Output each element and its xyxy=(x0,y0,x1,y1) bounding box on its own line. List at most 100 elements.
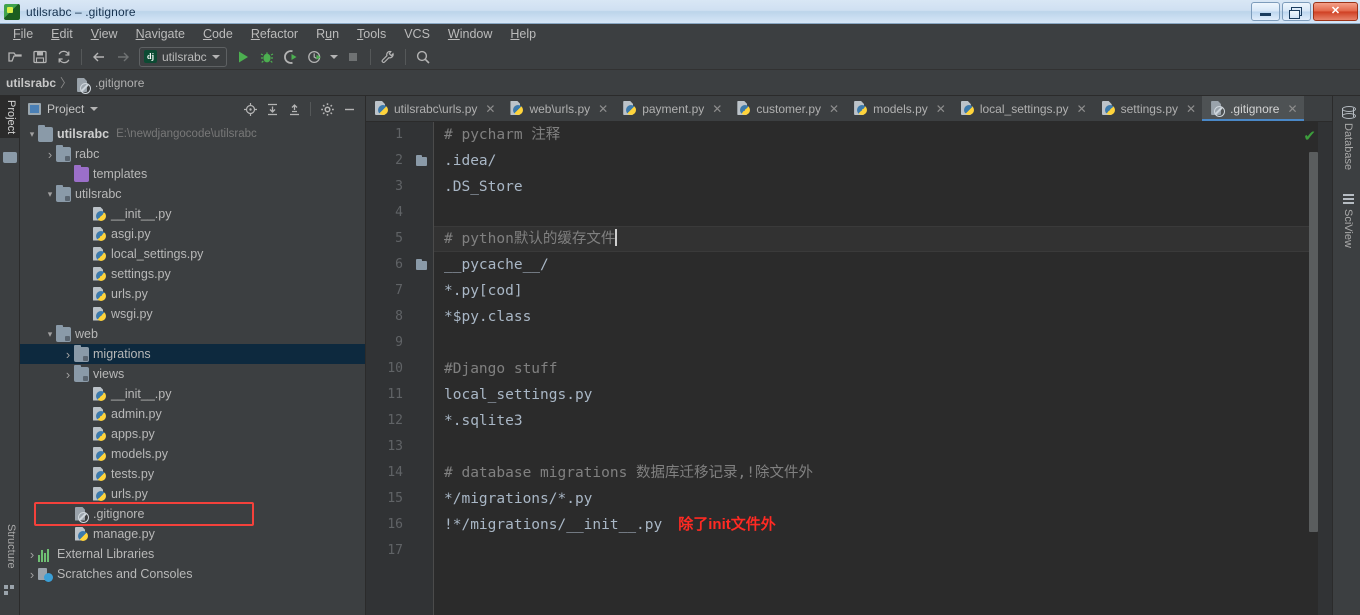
code-line[interactable]: # python默认的缓存文件 xyxy=(434,226,1332,252)
menu-file[interactable]: FFileile xyxy=(4,24,42,44)
hide-panel-icon[interactable] xyxy=(339,99,359,119)
tree-item[interactable]: apps.py xyxy=(20,424,365,444)
code-line[interactable]: .DS_Store xyxy=(434,174,1332,200)
tree-item[interactable]: › External Libraries xyxy=(20,544,365,564)
run-configuration-selector[interactable]: dj utilsrabc xyxy=(139,46,227,67)
close-tab-icon[interactable]: ✕ xyxy=(712,102,722,116)
menu-window[interactable]: Window xyxy=(439,24,501,44)
settings-wrench-icon[interactable] xyxy=(376,46,400,68)
run-icon[interactable] xyxy=(231,46,255,68)
close-tab-icon[interactable]: ✕ xyxy=(598,102,608,116)
tree-item[interactable]: › views xyxy=(20,364,365,384)
editor-tab[interactable]: payment.py ✕ xyxy=(614,96,728,121)
close-tab-icon[interactable]: ✕ xyxy=(1287,102,1297,116)
editor-tab[interactable]: utilsrabc\urls.py ✕ xyxy=(366,96,501,121)
editor-vertical-scrollbar[interactable] xyxy=(1309,152,1318,532)
tree-item[interactable]: wsgi.py xyxy=(20,304,365,324)
debug-icon[interactable] xyxy=(255,46,279,68)
inspection-gutter[interactable] xyxy=(1318,122,1332,615)
menu-help[interactable]: Help xyxy=(501,24,545,44)
close-tab-icon[interactable]: ✕ xyxy=(1077,102,1087,116)
code-line[interactable] xyxy=(434,538,1332,564)
project-tree[interactable]: ▾ utilsrabc E:\newdjangocode\utilsrabc › rab… xyxy=(20,122,365,615)
menu-refactor[interactable]: Refactor xyxy=(242,24,307,44)
chevron-right-icon[interactable]: › xyxy=(62,347,74,362)
expand-all-icon[interactable] xyxy=(262,99,282,119)
select-opened-file-icon[interactable] xyxy=(240,99,260,119)
code-line[interactable]: .idea/ xyxy=(434,148,1332,174)
code-line[interactable]: # database migrations 数据库迁移记录,!除文件外 xyxy=(434,460,1332,486)
code-line[interactable]: *.sqlite3 xyxy=(434,408,1332,434)
code-editor[interactable]: 1 2 3 4 5 6 7 8 9 10 11 12 13 14 15 16 17 # pycharm 注释 .i… xyxy=(366,122,1332,615)
chevron-right-icon[interactable]: › xyxy=(44,147,56,162)
code-line[interactable]: # pycharm 注释 xyxy=(434,122,1332,148)
menu-edit[interactable]: Edit xyxy=(42,24,82,44)
editor-tab[interactable]: customer.py ✕ xyxy=(728,96,845,121)
inspection-ok-icon[interactable]: ✔ xyxy=(1303,127,1316,145)
code-content[interactable]: # pycharm 注释 .idea/ .DS_Store # python默认的缓存… xyxy=(434,122,1332,615)
tree-item[interactable]: .gitignore xyxy=(20,504,365,524)
project-dropdown-icon[interactable] xyxy=(90,107,99,111)
breadcrumb-root[interactable]: utilsrabc xyxy=(6,76,56,90)
run-with-coverage-icon[interactable] xyxy=(279,46,303,68)
code-line[interactable]: *$py.class xyxy=(434,304,1332,330)
synchronize-icon[interactable] xyxy=(52,46,76,68)
chevron-right-icon[interactable]: › xyxy=(26,547,38,562)
close-tab-icon[interactable]: ✕ xyxy=(936,102,946,116)
navigate-back-icon[interactable] xyxy=(87,46,111,68)
code-line[interactable] xyxy=(434,330,1332,356)
save-all-icon[interactable] xyxy=(28,46,52,68)
tree-item[interactable]: manage.py xyxy=(20,524,365,544)
gear-icon[interactable] xyxy=(317,99,337,119)
line-number-gutter[interactable]: 1 2 3 4 5 6 7 8 9 10 11 12 13 14 15 16 17 xyxy=(366,122,434,615)
open-folder-icon[interactable] xyxy=(4,46,28,68)
fold-folder-icon[interactable] xyxy=(416,155,427,166)
editor-tab-strip[interactable]: utilsrabc\urls.py ✕ web\urls.py ✕ payment.py… xyxy=(366,96,1332,122)
menu-vcs[interactable]: VCS xyxy=(395,24,439,44)
tree-item[interactable]: admin.py xyxy=(20,404,365,424)
tree-item[interactable]: urls.py xyxy=(20,284,365,304)
tree-item[interactable]: models.py xyxy=(20,444,365,464)
tree-item[interactable]: › migrations xyxy=(20,344,365,364)
code-line[interactable]: !*/migrations/__init__.py 除了init文件外 xyxy=(434,512,1332,538)
code-line[interactable] xyxy=(434,200,1332,226)
menu-tools[interactable]: Tools xyxy=(348,24,395,44)
tree-item[interactable]: asgi.py xyxy=(20,224,365,244)
editor-tab[interactable]: .gitignore ✕ xyxy=(1202,96,1304,121)
tree-item[interactable]: ▾ web xyxy=(20,324,365,344)
tree-item[interactable]: ▾ utilsrabc xyxy=(20,184,365,204)
search-everywhere-icon[interactable] xyxy=(411,46,435,68)
code-line[interactable]: *.py[cod] xyxy=(434,278,1332,304)
code-line[interactable]: local_settings.py xyxy=(434,382,1332,408)
menu-code[interactable]: Code xyxy=(194,24,242,44)
code-line[interactable]: #Django stuff xyxy=(434,356,1332,382)
tree-item[interactable]: tests.py xyxy=(20,464,365,484)
editor-tab[interactable]: settings.py ✕ xyxy=(1093,96,1202,121)
editor-tab[interactable]: web\urls.py ✕ xyxy=(501,96,614,121)
chevron-down-icon[interactable]: ▾ xyxy=(44,328,56,340)
tree-item[interactable]: __init__.py xyxy=(20,204,365,224)
editor-tab[interactable]: models.py ✕ xyxy=(845,96,952,121)
close-tab-icon[interactable]: ✕ xyxy=(829,102,839,116)
close-button[interactable]: ✕ xyxy=(1313,2,1358,21)
tool-tab-database[interactable]: Database xyxy=(1338,100,1358,176)
chevron-right-icon[interactable]: › xyxy=(62,367,74,382)
code-line[interactable] xyxy=(434,434,1332,460)
tool-tab-structure[interactable]: Structure xyxy=(0,520,20,573)
tree-item[interactable]: › Scratches and Consoles xyxy=(20,564,365,584)
tree-item[interactable]: local_settings.py xyxy=(20,244,365,264)
chevron-down-icon[interactable]: ▾ xyxy=(26,128,38,140)
tree-item[interactable]: templates xyxy=(20,164,365,184)
tool-tab-sciview[interactable]: SciView xyxy=(1338,188,1358,254)
menu-view[interactable]: View xyxy=(82,24,127,44)
menu-navigate[interactable]: Navigate xyxy=(127,24,194,44)
minimize-button[interactable] xyxy=(1251,2,1280,21)
tree-item[interactable]: ▾ utilsrabc E:\newdjangocode\utilsrabc xyxy=(20,124,365,144)
chevron-right-icon[interactable]: › xyxy=(26,567,38,582)
menu-run[interactable]: Run xyxy=(307,24,348,44)
maximize-button[interactable] xyxy=(1282,2,1311,21)
navigate-forward-icon[interactable] xyxy=(111,46,135,68)
close-tab-icon[interactable]: ✕ xyxy=(485,102,495,116)
profile-dropdown-icon[interactable] xyxy=(327,46,341,68)
chevron-down-icon[interactable]: ▾ xyxy=(44,188,56,200)
